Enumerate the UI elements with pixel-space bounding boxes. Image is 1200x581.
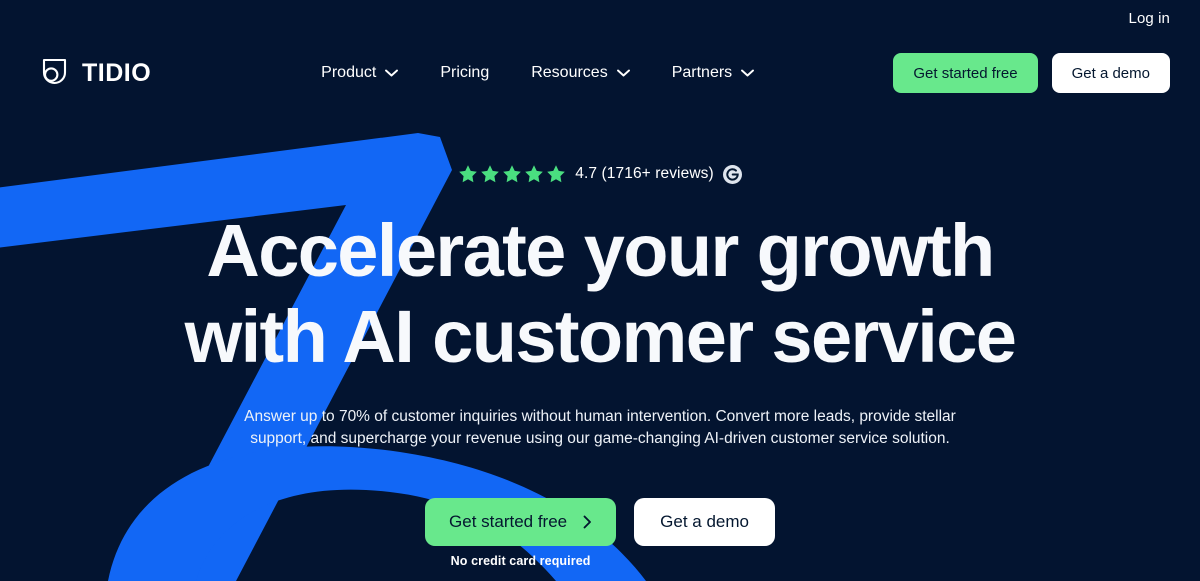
hero-get-started-free-button[interactable]: Get started free xyxy=(425,498,617,546)
chevron-down-icon xyxy=(385,69,399,77)
hero-title-line-1: Accelerate your growth xyxy=(206,209,995,292)
utility-bar: Log in xyxy=(0,0,1200,36)
nav-actions: Get started free Get a demo xyxy=(893,53,1170,93)
chevron-down-icon xyxy=(616,69,630,77)
hero-section: 4.7 (1716+ reviews) Accelerate your grow… xyxy=(0,110,1200,568)
star-icon xyxy=(503,165,522,183)
page-title: Accelerate your growth with AI customer … xyxy=(0,208,1200,380)
nav-item-pricing[interactable]: Pricing xyxy=(440,64,489,82)
star-rating xyxy=(458,164,566,184)
nav-item-partners-label: Partners xyxy=(671,64,733,81)
hero-title-line-2: with AI customer service xyxy=(184,295,1017,378)
nav-item-product-label: Product xyxy=(321,64,377,81)
hero-get-started-free-label: Get started free xyxy=(449,512,568,531)
nav-item-resources[interactable]: Resources xyxy=(531,64,630,82)
login-link[interactable]: Log in xyxy=(1129,10,1170,27)
brand-name: TIDIO xyxy=(82,58,152,87)
no-credit-card-note: No credit card required xyxy=(450,554,591,568)
tidio-droplet-icon xyxy=(42,58,67,85)
star-icon xyxy=(459,165,478,183)
star-icon xyxy=(547,165,566,183)
nav-links: Product Pricing Resources Partners xyxy=(321,64,755,82)
star-icon xyxy=(525,165,544,183)
chevron-down-icon xyxy=(741,69,755,77)
star-icon xyxy=(481,165,500,183)
main-navigation: TIDIO Product Pricing Resources Partners… xyxy=(0,36,1200,110)
nav-item-product[interactable]: Product xyxy=(321,64,399,82)
chevron-right-icon xyxy=(583,515,592,529)
g2-logo-icon xyxy=(722,164,742,184)
hero-subtitle: Answer up to 70% of customer inquiries w… xyxy=(244,408,956,447)
hero-primary-cta-column: Get started free No credit card required xyxy=(425,498,617,568)
nav-get-started-free-button[interactable]: Get started free xyxy=(893,53,1038,93)
brand-logo-group[interactable]: TIDIO xyxy=(38,56,151,90)
rating-block: 4.7 (1716+ reviews) xyxy=(0,162,1200,186)
nav-item-pricing-label: Pricing xyxy=(440,64,490,81)
nav-item-resources-label: Resources xyxy=(531,64,608,81)
rating-text: 4.7 (1716+ reviews) xyxy=(575,165,714,182)
hero-get-a-demo-button[interactable]: Get a demo xyxy=(634,498,775,546)
hero-cta-group: Get started free No credit card required… xyxy=(0,498,1200,568)
nav-item-partners[interactable]: Partners xyxy=(671,64,755,82)
nav-get-a-demo-button[interactable]: Get a demo xyxy=(1051,53,1170,93)
